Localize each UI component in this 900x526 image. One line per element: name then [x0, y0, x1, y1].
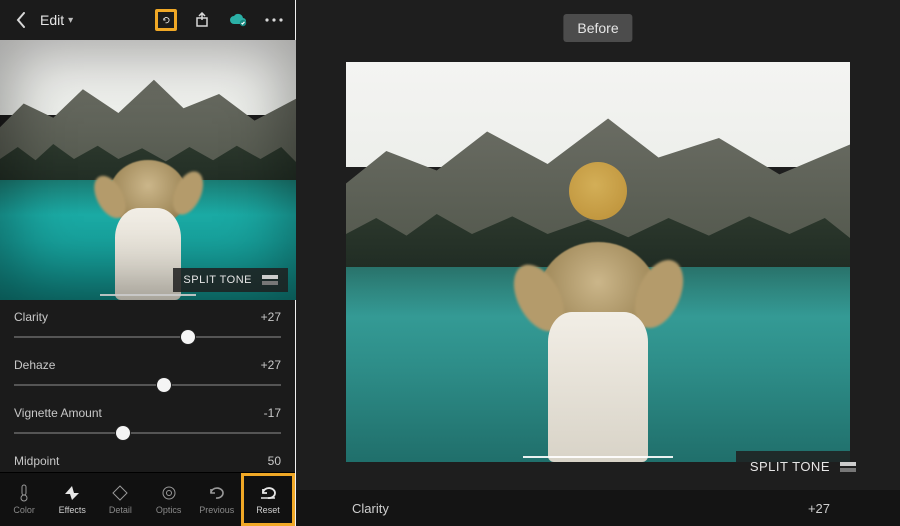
tab-label: Detail [109, 505, 132, 515]
tab-label: Effects [59, 505, 86, 515]
tab-previous[interactable]: Previous [193, 473, 241, 526]
split-tone-icon [262, 275, 278, 285]
tab-label: Previous [199, 505, 234, 515]
detail-icon [111, 484, 129, 502]
optics-icon [160, 484, 178, 502]
split-tone-chip-right[interactable]: SPLIT TONE [736, 451, 870, 482]
undo-button[interactable] [155, 9, 177, 31]
slider-label: Dehaze [14, 358, 55, 372]
thermometer-icon [15, 484, 33, 502]
tab-reset[interactable]: Reset [241, 473, 295, 526]
slider-clarity[interactable]: Clarity +27 [14, 310, 281, 344]
tab-optics[interactable]: Optics [145, 473, 193, 526]
slider-label: Vignette Amount [14, 406, 102, 420]
back-icon[interactable] [10, 9, 32, 31]
before-photo[interactable] [346, 62, 850, 462]
slider-value: 50 [268, 454, 281, 468]
screen-title[interactable]: Edit ▾ [40, 12, 73, 28]
slider-dehaze[interactable]: Dehaze +27 [14, 358, 281, 392]
slider-label: Clarity [14, 310, 48, 324]
more-icon[interactable] [263, 9, 285, 31]
tab-label: Reset [256, 505, 280, 515]
split-tone-chip[interactable]: SPLIT TONE [173, 268, 288, 292]
chevron-down-icon: ▾ [68, 15, 73, 26]
top-bar: Edit ▾ [0, 0, 295, 40]
tab-effects[interactable]: Effects [48, 473, 96, 526]
touch-indicator-icon [569, 162, 627, 220]
slider-label: Midpoint [14, 454, 59, 468]
tab-color[interactable]: Color [0, 473, 48, 526]
slider-midpoint[interactable]: Midpoint 50 [14, 454, 281, 468]
effects-sliders: Clarity +27 Dehaze +27 Vignette Amount -… [0, 300, 295, 476]
tab-detail[interactable]: Detail [96, 473, 144, 526]
cloud-sync-icon[interactable] [227, 9, 249, 31]
slider-vignette-amount[interactable]: Vignette Amount -17 [14, 406, 281, 440]
previous-icon [208, 484, 226, 502]
share-icon[interactable] [191, 9, 213, 31]
right-slider-strip: Clarity +27 [296, 490, 900, 526]
right-clarity-value: +27 [808, 501, 830, 516]
slider-value: +27 [261, 310, 281, 324]
bottom-tab-bar: Color Effects Detail Optics Previous [0, 472, 295, 526]
edited-photo[interactable]: SPLIT TONE [0, 40, 296, 300]
tab-label: Color [13, 505, 35, 515]
before-preview-panel: Before SPLIT TONE Clarity +27 [296, 0, 900, 526]
split-tone-icon [840, 462, 856, 472]
before-badge: Before [563, 14, 632, 42]
effects-icon [63, 484, 81, 502]
screen-title-text: Edit [40, 12, 64, 28]
slider-value: +27 [261, 358, 281, 372]
before-label: Before [577, 20, 618, 36]
split-tone-label: SPLIT TONE [183, 274, 252, 286]
reset-icon [259, 484, 277, 502]
tab-label: Optics [156, 505, 182, 515]
right-clarity-label: Clarity [352, 501, 389, 516]
split-tone-label: SPLIT TONE [750, 459, 830, 474]
phone-left-panel: Edit ▾ [0, 0, 296, 526]
slider-value: -17 [264, 406, 281, 420]
